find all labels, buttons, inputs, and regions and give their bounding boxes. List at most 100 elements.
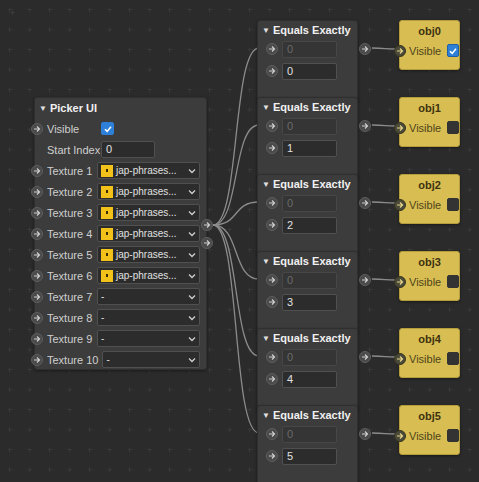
input-port[interactable] bbox=[266, 351, 278, 363]
collapse-toggle[interactable]: ▼ bbox=[39, 104, 47, 113]
texture-dropdown[interactable]: jap-phrases... bbox=[97, 204, 200, 221]
output-port[interactable] bbox=[359, 428, 371, 440]
arrow-icon bbox=[268, 452, 276, 460]
input-port[interactable] bbox=[394, 276, 406, 288]
input-port[interactable] bbox=[266, 428, 278, 440]
input-port[interactable] bbox=[31, 249, 43, 261]
collapse-toggle[interactable]: ▼ bbox=[262, 180, 270, 189]
input-port[interactable] bbox=[31, 228, 43, 240]
node-header[interactable]: ▼Equals Exactly bbox=[258, 21, 357, 39]
output-port[interactable] bbox=[359, 197, 371, 209]
texture-row: Texture 3jap-phrases... bbox=[35, 202, 206, 223]
equals-node[interactable]: ▼Equals Exactly01 bbox=[257, 97, 358, 180]
input-port[interactable] bbox=[31, 333, 43, 345]
input-port[interactable] bbox=[266, 219, 278, 231]
input-port[interactable] bbox=[394, 45, 406, 57]
node-header[interactable]: ▼Equals Exactly bbox=[258, 98, 357, 116]
object-node[interactable]: obj2Visible bbox=[399, 174, 460, 224]
input-port[interactable] bbox=[266, 197, 278, 209]
input-b-field[interactable]: 5 bbox=[282, 448, 337, 465]
visible-checkbox[interactable] bbox=[447, 275, 459, 288]
object-node[interactable]: obj4Visible bbox=[399, 328, 460, 378]
output-port[interactable] bbox=[201, 237, 213, 249]
object-node[interactable]: obj0Visible bbox=[399, 20, 460, 70]
texture-dropdown[interactable]: - bbox=[102, 351, 200, 368]
object-node[interactable]: obj3Visible bbox=[399, 251, 460, 301]
node-header[interactable]: ▼Equals Exactly bbox=[258, 252, 357, 270]
output-port[interactable] bbox=[359, 351, 371, 363]
equals-node[interactable]: ▼Equals Exactly0 3 bbox=[257, 251, 358, 334]
visible-checkbox[interactable] bbox=[101, 122, 114, 135]
node-title: obj2 bbox=[400, 175, 459, 194]
input-b-field[interactable]: 3 bbox=[282, 294, 337, 311]
visible-checkbox[interactable] bbox=[447, 121, 459, 134]
input-b-field[interactable]: 4 bbox=[282, 371, 337, 388]
equals-node[interactable]: ▼Equals Exactly05 bbox=[257, 405, 358, 482]
output-port[interactable] bbox=[359, 43, 371, 55]
start-index-input[interactable]: 0 bbox=[101, 141, 155, 158]
input-port[interactable] bbox=[31, 354, 43, 366]
collapse-toggle[interactable]: ▼ bbox=[262, 257, 270, 266]
output-port[interactable] bbox=[359, 274, 371, 286]
texture-dropdown[interactable]: - bbox=[97, 309, 200, 326]
texture-dropdown[interactable]: - bbox=[97, 330, 200, 347]
input-b-field[interactable]: 0 bbox=[282, 63, 337, 80]
node-header[interactable]: ▼Equals Exactly bbox=[258, 406, 357, 424]
input-b-row: 5 bbox=[258, 446, 357, 466]
texture-dropdown[interactable]: jap-phrases... bbox=[97, 225, 200, 242]
input-port[interactable] bbox=[31, 270, 43, 282]
visible-checkbox[interactable] bbox=[447, 44, 459, 57]
texture-dropdown[interactable]: - bbox=[97, 288, 200, 305]
input-port[interactable] bbox=[31, 312, 43, 324]
wire bbox=[213, 225, 259, 279]
collapse-toggle[interactable]: ▼ bbox=[262, 103, 270, 112]
input-port[interactable] bbox=[266, 43, 278, 55]
input-port[interactable] bbox=[394, 353, 406, 365]
graph-canvas[interactable]: ▼Picker UIVisibleStart Index0Texture 1ja… bbox=[0, 0, 479, 482]
input-port[interactable] bbox=[394, 430, 406, 442]
input-port[interactable] bbox=[394, 199, 406, 211]
input-a-row: 0 bbox=[258, 270, 357, 290]
texture-dropdown[interactable]: jap-phrases... bbox=[97, 246, 200, 263]
collapse-toggle[interactable]: ▼ bbox=[262, 411, 270, 420]
input-port[interactable] bbox=[266, 142, 278, 154]
node-header[interactable]: ▼Equals Exactly bbox=[258, 175, 357, 193]
object-node[interactable]: obj5Visible bbox=[399, 405, 460, 455]
equals-node[interactable]: ▼Equals Exactly02 bbox=[257, 174, 358, 257]
input-port[interactable] bbox=[266, 274, 278, 286]
equals-node[interactable]: ▼Equals Exactly00 bbox=[257, 20, 358, 103]
output-port[interactable] bbox=[359, 120, 371, 132]
picker-node[interactable]: ▼Picker UIVisibleStart Index0Texture 1ja… bbox=[34, 97, 207, 370]
row-label: Texture 10 bbox=[47, 354, 98, 366]
output-port[interactable] bbox=[201, 219, 213, 231]
texture-dropdown[interactable]: jap-phrases... bbox=[97, 267, 200, 284]
collapse-toggle[interactable]: ▼ bbox=[262, 26, 270, 35]
visible-row: Visible bbox=[400, 348, 459, 369]
input-port[interactable] bbox=[31, 207, 43, 219]
input-b-field[interactable]: 2 bbox=[282, 217, 337, 234]
input-port[interactable] bbox=[266, 373, 278, 385]
input-port[interactable] bbox=[31, 123, 43, 135]
input-port[interactable] bbox=[266, 450, 278, 462]
collapse-toggle[interactable]: ▼ bbox=[262, 334, 270, 343]
visible-checkbox[interactable] bbox=[447, 198, 459, 211]
input-port[interactable] bbox=[31, 186, 43, 198]
texture-dropdown[interactable]: jap-phrases... bbox=[97, 162, 200, 179]
input-port[interactable] bbox=[266, 120, 278, 132]
input-port[interactable] bbox=[31, 165, 43, 177]
input-port[interactable] bbox=[394, 122, 406, 134]
visible-checkbox[interactable] bbox=[447, 429, 459, 442]
arrow-icon bbox=[268, 122, 276, 130]
input-b-field[interactable]: 1 bbox=[282, 140, 337, 157]
input-port[interactable] bbox=[31, 291, 43, 303]
node-header[interactable]: ▼Equals Exactly bbox=[258, 329, 357, 347]
equals-node[interactable]: ▼Equals Exactly04 bbox=[257, 328, 358, 411]
texture-dropdown[interactable]: jap-phrases... bbox=[97, 183, 200, 200]
node-header[interactable]: ▼Picker UI bbox=[35, 98, 206, 118]
visible-row: Visible bbox=[400, 194, 459, 215]
object-node[interactable]: obj1Visible bbox=[399, 97, 460, 147]
input-port[interactable] bbox=[266, 296, 278, 308]
input-port[interactable] bbox=[266, 65, 278, 77]
row-label: Visible bbox=[409, 353, 441, 365]
visible-checkbox[interactable] bbox=[447, 352, 459, 365]
